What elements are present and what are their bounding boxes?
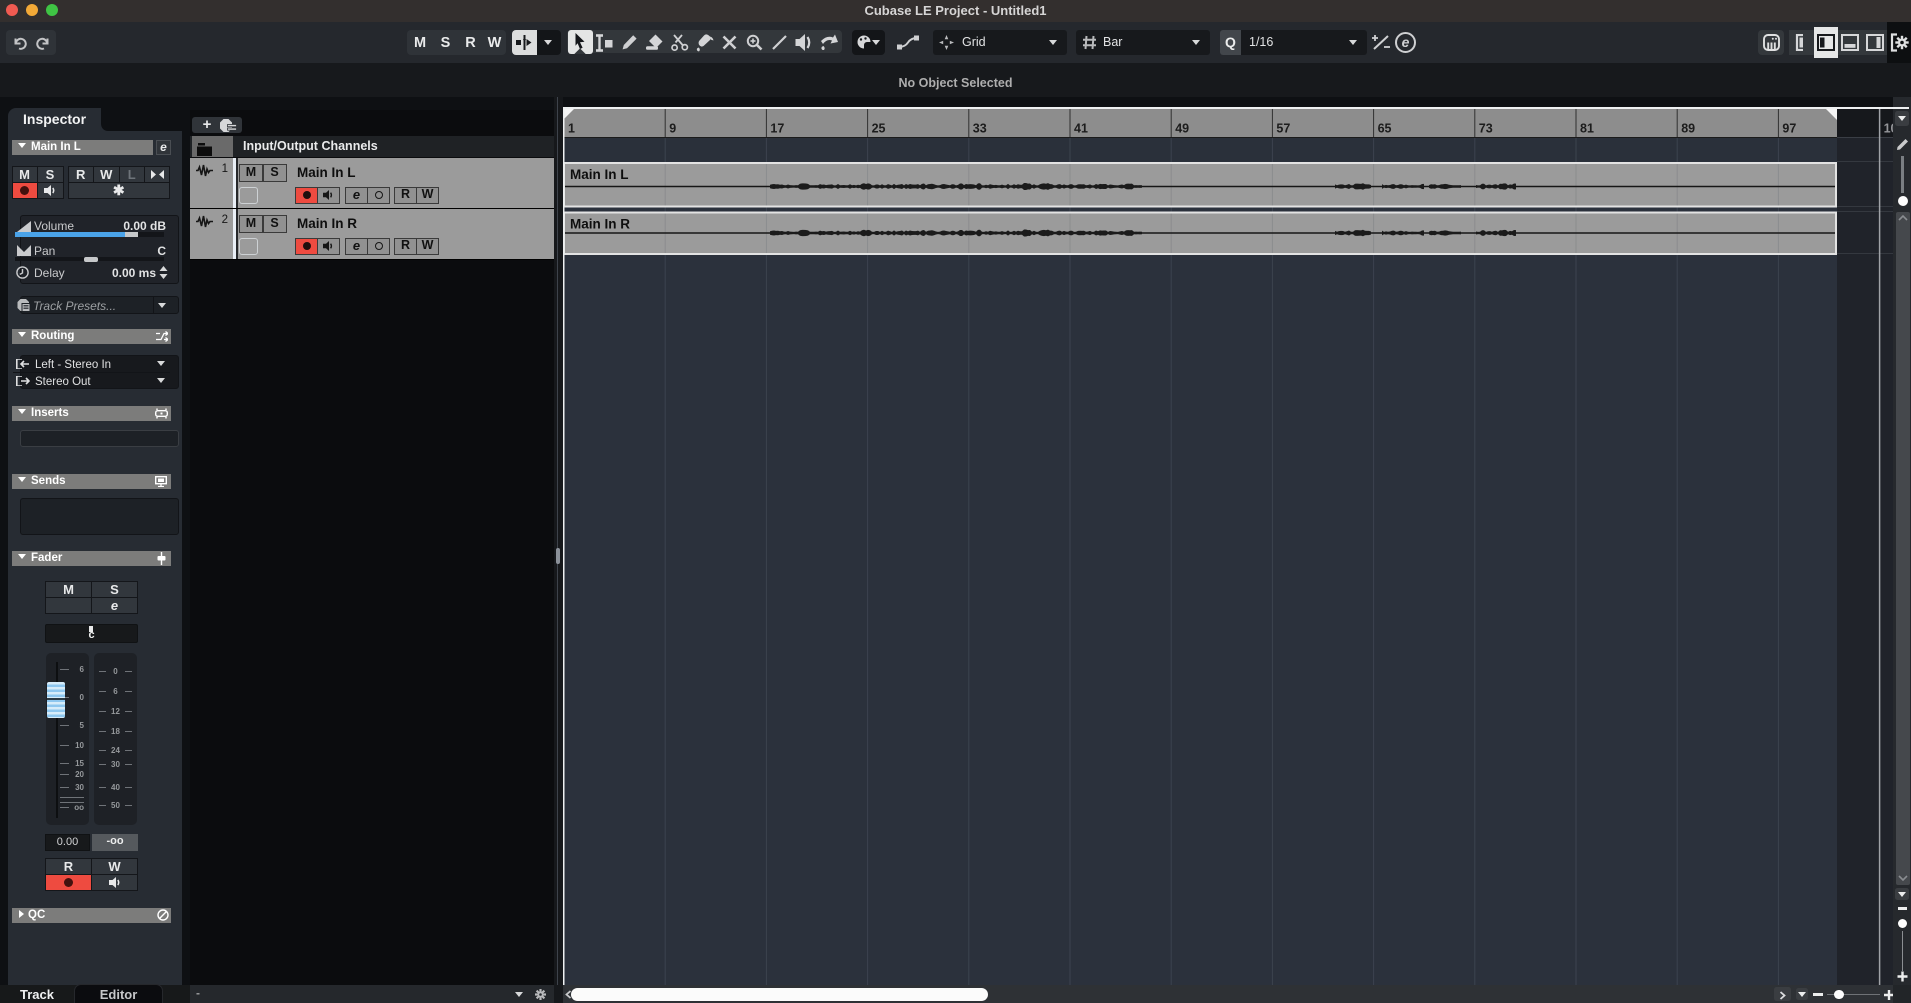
svg-text:41: 41 — [1074, 122, 1088, 136]
svg-text:25: 25 — [872, 122, 886, 136]
svg-text:57: 57 — [1276, 122, 1290, 136]
svg-text:1: 1 — [568, 122, 575, 136]
svg-text:17: 17 — [770, 122, 784, 136]
svg-text:81: 81 — [1580, 122, 1594, 136]
svg-text:97: 97 — [1782, 122, 1796, 136]
svg-text:73: 73 — [1479, 122, 1493, 136]
svg-text:Main In L: Main In L — [570, 167, 629, 182]
svg-text:89: 89 — [1681, 122, 1695, 136]
svg-text:105: 105 — [1884, 122, 1893, 136]
svg-text:9: 9 — [669, 122, 676, 136]
svg-text:33: 33 — [973, 122, 987, 136]
svg-text:Main In R: Main In R — [570, 217, 630, 232]
svg-text:65: 65 — [1378, 122, 1392, 136]
svg-text:49: 49 — [1175, 122, 1189, 136]
